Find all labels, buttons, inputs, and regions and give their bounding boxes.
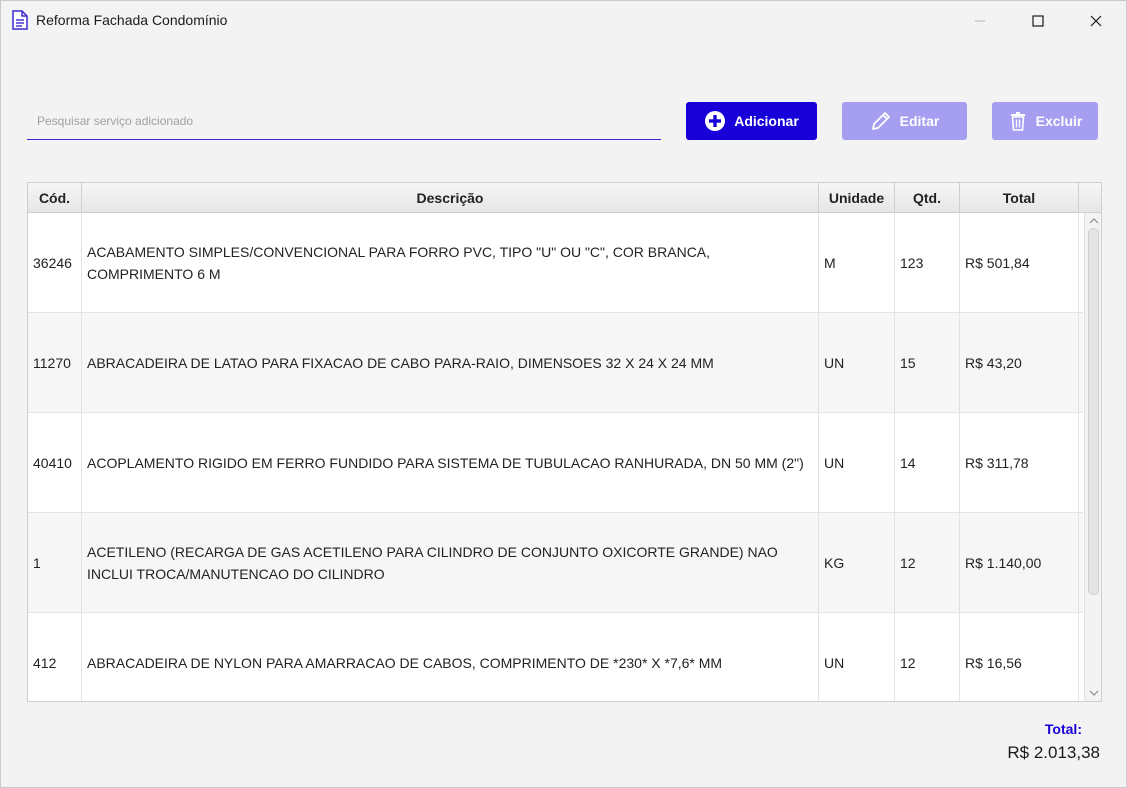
- column-header-desc[interactable]: Descrição: [82, 183, 819, 213]
- pencil-icon: [871, 112, 890, 130]
- column-header-cod[interactable]: Cód.: [28, 183, 82, 213]
- delete-button-label: Excluir: [1035, 113, 1083, 129]
- app-window: Reforma Fachada Condomínio Adicionar: [0, 0, 1127, 788]
- cell-unidade: KG: [819, 513, 895, 613]
- cell-desc: ABRACADEIRA DE LATAO PARA FIXACAO DE CAB…: [82, 313, 819, 413]
- cell-total: R$ 43,20: [960, 313, 1079, 413]
- window-title: Reforma Fachada Condomínio: [36, 12, 228, 28]
- cell-qtd: 15: [895, 313, 960, 413]
- scrollbar-thumb[interactable]: [1088, 228, 1099, 595]
- cell-total: R$ 311,78: [960, 413, 1079, 513]
- cell-desc: ACETILENO (RECARGA DE GAS ACETILENO PARA…: [82, 513, 819, 613]
- maximize-icon: [1032, 15, 1044, 27]
- add-button-label: Adicionar: [734, 113, 799, 129]
- total-label: Total:: [1044, 721, 1082, 737]
- cell-total: R$ 16,56: [960, 613, 1079, 701]
- table-row[interactable]: 36246 ACABAMENTO SIMPLES/CONVENCIONAL PA…: [28, 213, 1083, 313]
- close-button[interactable]: [1073, 1, 1119, 41]
- cell-qtd: 12: [895, 513, 960, 613]
- table-row[interactable]: 412 ABRACADEIRA DE NYLON PARA AMARRACAO …: [28, 613, 1083, 701]
- cell-cod: 412: [28, 613, 82, 701]
- cell-qtd: 123: [895, 213, 960, 313]
- cell-unidade: UN: [819, 413, 895, 513]
- edit-button[interactable]: Editar: [842, 102, 967, 140]
- cell-qtd: 14: [895, 413, 960, 513]
- column-header-unidade[interactable]: Unidade: [819, 183, 895, 213]
- cell-desc: ABRACADEIRA DE NYLON PARA AMARRACAO DE C…: [82, 613, 819, 701]
- cell-desc: ACOPLAMENTO RIGIDO EM FERRO FUNDIDO PARA…: [82, 413, 819, 513]
- trash-icon: [1010, 112, 1025, 131]
- column-header-qtd[interactable]: Qtd.: [895, 183, 960, 213]
- title-bar: Reforma Fachada Condomínio: [1, 1, 1126, 41]
- column-header-spacer: [1079, 183, 1101, 213]
- cell-cod: 1: [28, 513, 82, 613]
- scroll-down-button[interactable]: [1088, 687, 1100, 699]
- search-input[interactable]: [27, 102, 661, 140]
- cell-qtd: 12: [895, 613, 960, 701]
- minimize-button[interactable]: [957, 1, 1003, 41]
- table-header: Cód. Descrição Unidade Qtd. Total: [28, 183, 1101, 213]
- total-value: R$ 2.013,38: [1007, 743, 1100, 762]
- column-header-total[interactable]: Total: [960, 183, 1079, 213]
- table-row[interactable]: 11270 ABRACADEIRA DE LATAO PARA FIXACAO …: [28, 313, 1083, 413]
- cell-unidade: UN: [819, 613, 895, 701]
- cell-cod: 36246: [28, 213, 82, 313]
- maximize-button[interactable]: [1015, 1, 1061, 41]
- cell-total: R$ 1.140,00: [960, 513, 1079, 613]
- cell-desc: ACABAMENTO SIMPLES/CONVENCIONAL PARA FOR…: [82, 213, 819, 313]
- table-row[interactable]: 40410 ACOPLAMENTO RIGIDO EM FERRO FUNDID…: [28, 413, 1083, 513]
- cell-cod: 40410: [28, 413, 82, 513]
- scroll-up-button[interactable]: [1088, 215, 1100, 227]
- chevron-down-icon: [1089, 690, 1099, 696]
- close-icon: [1090, 15, 1102, 27]
- minimize-icon: [975, 20, 985, 22]
- table-row[interactable]: 1 ACETILENO (RECARGA DE GAS ACETILENO PA…: [28, 513, 1083, 613]
- edit-button-label: Editar: [899, 113, 940, 129]
- vertical-scrollbar[interactable]: [1084, 213, 1101, 701]
- plus-circle-icon: [705, 111, 726, 131]
- services-table: Cód. Descrição Unidade Qtd. Total 36246 …: [27, 182, 1102, 702]
- cell-unidade: M: [819, 213, 895, 313]
- chevron-up-icon: [1089, 218, 1099, 224]
- delete-button[interactable]: Excluir: [992, 102, 1098, 140]
- add-button[interactable]: Adicionar: [686, 102, 817, 140]
- cell-total: R$ 501,84: [960, 213, 1079, 313]
- document-icon: [12, 10, 28, 30]
- cell-cod: 11270: [28, 313, 82, 413]
- cell-unidade: UN: [819, 313, 895, 413]
